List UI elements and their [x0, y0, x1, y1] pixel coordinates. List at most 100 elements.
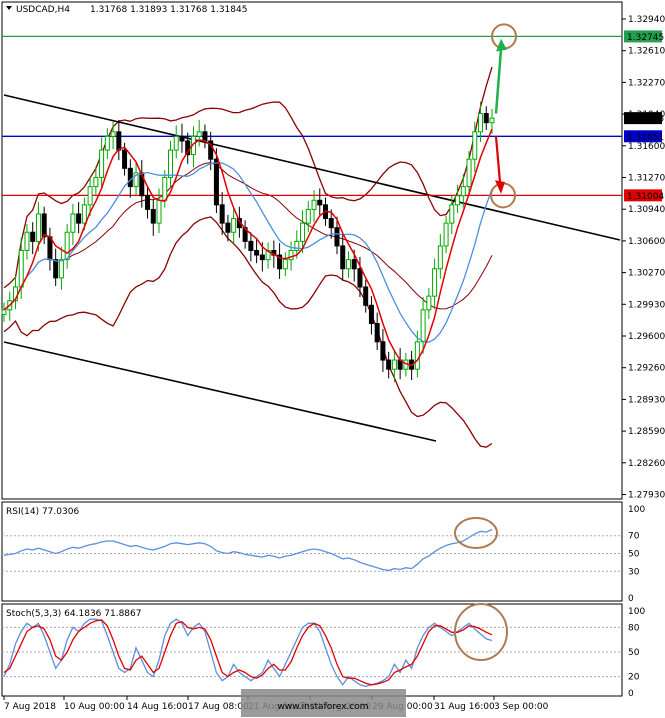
candle-body — [179, 135, 185, 142]
candle-body — [357, 268, 363, 288]
price-axis-label: 1.31600 — [628, 142, 665, 152]
time-axis-label: 3 Sep 00:00 — [494, 702, 549, 712]
candle-body — [213, 158, 219, 206]
candle-body — [455, 195, 461, 206]
candle-body — [305, 208, 311, 224]
candle-body — [328, 218, 334, 229]
candle-body — [173, 135, 179, 151]
price-axis-label: 1.29260 — [628, 364, 665, 374]
candle-body — [93, 176, 99, 188]
oscillator-axis-label: 30 — [628, 567, 640, 577]
candle-body — [489, 117, 495, 124]
candle-body — [30, 231, 36, 242]
candle-body — [145, 195, 151, 210]
price-axis-label: 1.29600 — [628, 332, 665, 342]
candle-body — [432, 268, 438, 297]
price-axis-label: 1.28260 — [628, 459, 665, 469]
candle-body — [225, 222, 231, 233]
price-axis-label: 1.27930 — [628, 491, 665, 501]
time-axis-label: 17 Aug 08:00 — [188, 702, 249, 712]
candle-body — [116, 131, 122, 151]
candle-body — [426, 295, 432, 311]
oscillator-axis-label: 20 — [628, 673, 640, 683]
candle-body — [196, 131, 202, 137]
rsi-panel-frame — [1, 501, 623, 602]
candle-body — [87, 186, 93, 206]
price-axis-label: 1.30600 — [628, 237, 665, 247]
candle-body — [259, 254, 265, 261]
candle-body — [35, 213, 41, 242]
price-axis-label: 1.28590 — [628, 427, 665, 437]
candle-body — [81, 204, 87, 224]
candle-body — [317, 199, 323, 206]
price-axis-label: 1.31270 — [628, 174, 665, 184]
candle-body — [351, 259, 357, 270]
candle-body — [150, 208, 156, 224]
candle-body — [368, 304, 374, 325]
candle-body — [76, 213, 82, 224]
candle-body — [374, 323, 380, 343]
price-axis-label: 1.28930 — [628, 395, 665, 405]
chart-canvas[interactable]: 1007050300 1008050200 1.327451.316511.31… — [0, 0, 665, 718]
oscillator-axis-label: 50 — [628, 648, 640, 658]
candle-body — [294, 240, 300, 252]
candle-body — [363, 286, 369, 306]
candle-body — [127, 167, 133, 188]
candle-body — [443, 222, 449, 247]
candle-body — [420, 309, 426, 343]
candle-body — [449, 204, 455, 224]
candle-body — [53, 259, 59, 279]
candle-body — [414, 341, 420, 370]
time-axis-label: 14 Aug 16:00 — [127, 702, 188, 712]
candle-body — [478, 113, 484, 133]
resistance-green-price-label: 1.32745 — [627, 33, 664, 43]
candle-body — [345, 259, 351, 270]
candle-body — [466, 158, 472, 188]
candle-body — [162, 176, 168, 201]
candle-body — [70, 213, 76, 233]
candle-body — [380, 341, 386, 361]
price-axis-label: 1.29930 — [628, 300, 665, 310]
oscillator-axis-label: 0 — [628, 594, 634, 604]
candle-body — [167, 149, 173, 178]
candle-body — [300, 222, 306, 242]
time-axis-label: 31 Aug 16:00 — [434, 702, 495, 712]
candle-body — [219, 204, 225, 224]
candle-body — [24, 231, 30, 251]
candle-body — [41, 213, 47, 238]
oscillator-axis-label: 100 — [628, 505, 645, 515]
candle-body — [340, 245, 346, 270]
chart-ohlc-readout: 1.31768 1.31893 1.31768 1.31845 — [90, 5, 247, 15]
candle-body — [460, 186, 466, 197]
price-axis-label: 1.32940 — [628, 15, 665, 25]
oscillator-axis-label: 0 — [628, 689, 634, 699]
candle-body — [122, 149, 128, 169]
price-axis-label: 1.30940 — [628, 205, 665, 215]
candle-body — [231, 218, 237, 233]
oscillator-axis-label: 70 — [628, 532, 640, 542]
chart-symbol-label: USDCAD,H4 — [16, 5, 70, 15]
candle-body — [483, 113, 489, 124]
candle-body — [18, 250, 24, 288]
candle-body — [437, 245, 443, 270]
candle-body — [99, 149, 105, 178]
candle-body — [104, 135, 110, 151]
watermark-text: www.instaforex.com — [277, 702, 368, 712]
stoch-title: Stoch(5,3,3) 64.1836 71.8867 — [6, 609, 141, 619]
candle-body — [156, 199, 162, 224]
rsi-title: RSI(14) 77.0306 — [6, 507, 79, 517]
candle-body — [334, 227, 340, 247]
candle-body — [110, 131, 116, 137]
price-axis-label: 1.32610 — [628, 47, 665, 57]
main-panel-frame — [1, 1, 623, 500]
candle-body — [58, 259, 64, 279]
time-axis-label: 10 Aug 00:00 — [64, 702, 125, 712]
price-axis: 1.327451.316511.310041.329401.326101.322… — [622, 15, 665, 501]
oscillator-axis-label: 80 — [628, 623, 640, 633]
price-axis-label: 1.32270 — [628, 78, 665, 88]
candle-body — [288, 250, 294, 261]
time-axis-label: 7 Aug 2018 — [4, 702, 56, 712]
candle-body — [472, 131, 478, 160]
support-red-price-label: 1.31004 — [627, 192, 664, 202]
oscillator-axis-label: 50 — [628, 550, 640, 560]
